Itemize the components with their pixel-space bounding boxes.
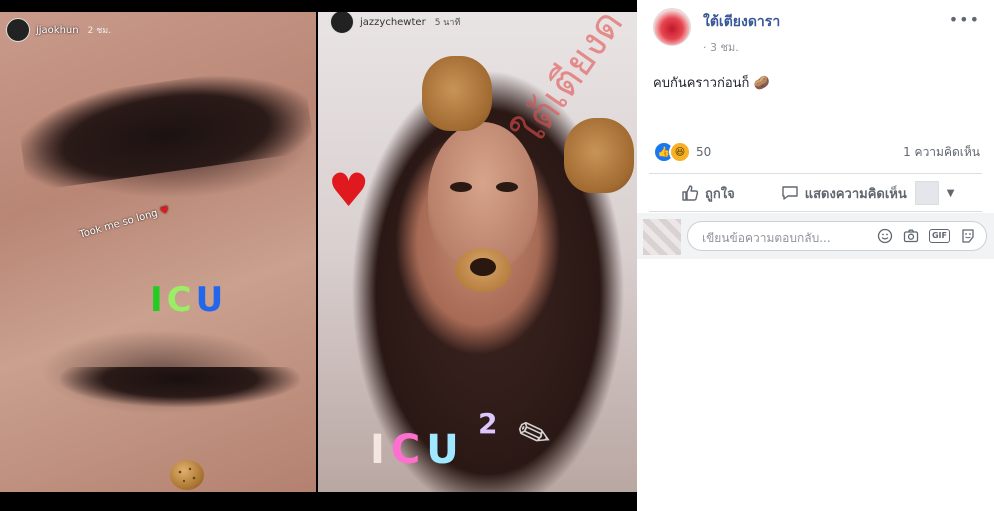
post-meta: · 3 ชม.	[703, 41, 739, 54]
story-screenshot-left: jjaokhun 2 ชม. Took me so long ♥ ICU	[0, 12, 316, 492]
story-header-left: jjaokhun 2 ชม.	[6, 18, 111, 42]
divider-bottom	[649, 211, 982, 212]
story-username-right: jazzychewter	[360, 16, 426, 28]
dog-ear-left	[422, 56, 492, 131]
reply-input[interactable]: เขียนข้อความตอบกลับ... GIF	[687, 221, 987, 251]
story-username-left: jjaokhun	[36, 24, 79, 36]
thumbs-up-icon	[682, 185, 699, 201]
potato-sticker	[170, 460, 204, 490]
dog-nose-filter	[455, 248, 511, 292]
story-avatar-left	[6, 18, 30, 42]
sticker-icon[interactable]	[960, 228, 976, 244]
eye-left	[450, 182, 472, 192]
story-time-left: 2 ชม.	[87, 26, 112, 36]
post-time[interactable]: 3 ชม.	[710, 41, 739, 54]
dog-ear-right	[564, 118, 634, 193]
like-label: ถูกใจ	[705, 186, 735, 202]
story-avatar-right	[330, 12, 354, 34]
comment-bubble-icon	[782, 186, 798, 200]
acting-as-avatar[interactable]	[914, 181, 939, 205]
more-options-icon[interactable]: •••	[949, 10, 980, 29]
page-name-link[interactable]: ใต้เตียงดารา	[703, 11, 780, 33]
heart-sticker: ♥	[328, 163, 370, 217]
haha-reaction-icon: 😆	[669, 141, 691, 163]
post-actions: ถูกใจ แสดงความคิดเห็น ▼	[649, 176, 982, 210]
superscript-two: 2	[478, 407, 498, 440]
comment-label: แสดงความคิดเห็น	[804, 186, 907, 202]
camera-icon[interactable]	[903, 228, 919, 244]
gif-icon[interactable]: GIF	[928, 229, 950, 243]
emoji-icon[interactable]	[877, 228, 893, 244]
like-button[interactable]: ถูกใจ	[681, 183, 735, 204]
comment-composer: เขียนข้อความตอบกลับ... GIF	[637, 213, 994, 259]
commenter-avatar	[643, 219, 681, 255]
reply-placeholder: เขียนข้อความตอบกลับ...	[702, 231, 831, 245]
eye-right	[496, 182, 518, 192]
comment-button[interactable]: แสดงความคิดเห็น	[781, 183, 907, 204]
eyebrow-image	[15, 62, 315, 192]
photo-viewer[interactable]: jjaokhun 2 ชม. Took me so long ♥ ICU ♥ ใ…	[0, 0, 637, 511]
script-doodle: ✎	[511, 407, 559, 463]
post-caption: คบกันคราวก่อนก็ 🥔	[653, 76, 770, 91]
eyelash-image	[60, 367, 300, 407]
page-avatar[interactable]	[653, 8, 691, 46]
story-header-right: jazzychewter 5 นาที	[330, 12, 460, 34]
reaction-count: 50	[696, 145, 712, 159]
icu-sticker-left: ICU	[150, 280, 228, 320]
divider-top	[649, 173, 982, 174]
post-sidebar: ใต้เตียงดารา · 3 ชม. ••• คบกันคราวก่อนก็…	[637, 0, 994, 511]
story-screenshot-right: ♥ ใต้เตียงดารา jazzychewter 5 นาที ICU 2…	[318, 12, 637, 492]
reactions-summary[interactable]: 👍 😆 50	[653, 141, 711, 163]
sticker-caption-left: Took me so long ♥	[78, 204, 171, 241]
icu-sticker-right: ICU	[370, 427, 465, 473]
story-time-right: 5 นาที	[434, 18, 461, 28]
chevron-down-icon[interactable]: ▼	[947, 188, 955, 199]
composer-icons: GIF	[877, 228, 976, 244]
comment-count-link[interactable]: 1 ความคิดเห็น	[903, 143, 980, 162]
